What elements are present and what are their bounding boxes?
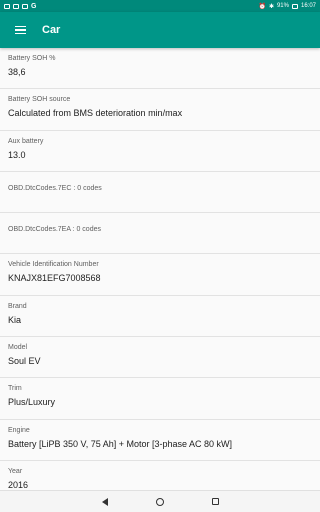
list-item-vin: Vehicle Identification Number KNAJX81EFG…	[0, 254, 320, 296]
hamburger-menu-icon	[14, 25, 26, 35]
item-value: 2016	[8, 479, 29, 490]
item-label: Battery SOH source	[8, 96, 71, 104]
alarm-icon: ⏰	[258, 3, 266, 10]
recent-apps-icon[interactable]	[211, 498, 219, 505]
list-item-model: Model Soul EV	[0, 337, 320, 379]
home-icon[interactable]	[155, 497, 164, 506]
item-label: Aux battery	[8, 137, 44, 145]
notification-icon	[4, 3, 10, 9]
clock: 16:07	[300, 3, 316, 9]
item-label: Vehicle Identification Number	[8, 261, 99, 269]
cast-icon	[22, 3, 28, 9]
vehicle-info-list[interactable]: Battery SOH % 38,6 Battery SOH source Ca…	[0, 48, 320, 490]
image-icon	[13, 3, 19, 9]
item-label: OBD.DtcCodes.7EC : 0 codes	[8, 184, 102, 192]
item-value: 38,6	[8, 67, 26, 77]
list-item-dtc-7ea: OBD.DtcCodes.7EA : 0 codes	[0, 213, 320, 255]
back-icon[interactable]	[101, 497, 108, 506]
system-nav-bar	[0, 490, 320, 512]
item-value: Soul EV	[8, 356, 41, 367]
item-label: OBD.DtcCodes.7EA : 0 codes	[8, 226, 101, 234]
list-item-aux-battery: Aux battery 13.0	[0, 130, 320, 172]
item-value: Kia	[8, 314, 22, 325]
item-value: Battery [LiPB 350 V, 75 Ah] + Motor [3-p…	[8, 438, 233, 449]
item-value: Plus/Luxury	[8, 397, 56, 408]
battery-icon	[291, 3, 298, 9]
list-item-brand: Brand Kia	[0, 295, 320, 338]
list-item-engine: Engine Battery [LiPB 350 V, 75 Ah] + Mot…	[0, 419, 320, 461]
item-value: KNAJX81EFG7008568	[8, 273, 101, 284]
list-item-dtc-7ec: OBD.DtcCodes.7EC : 0 codes	[0, 171, 320, 214]
list-item-battery-soh-source: Battery SOH source Calculated from BMS d…	[0, 89, 320, 131]
item-label: Engine	[8, 426, 30, 434]
item-label: Year	[8, 467, 23, 475]
battery-percent: 91%	[276, 3, 289, 9]
app-bar: Car	[0, 12, 320, 48]
bluetooth-icon: ✱	[268, 3, 274, 10]
google-icon: G	[31, 2, 37, 10]
item-label: Brand	[8, 302, 27, 310]
page-title: Car	[42, 24, 61, 36]
item-value: Calculated from BMS deterioration min/ma…	[8, 108, 183, 119]
list-item-battery-soh: Battery SOH % 38,6	[0, 48, 320, 90]
item-label: Battery SOH %	[8, 55, 56, 62]
item-value: 13.0	[8, 149, 26, 160]
list-item-trim: Trim Plus/Luxury	[0, 378, 320, 420]
menu-button[interactable]	[0, 12, 40, 48]
item-label: Trim	[8, 385, 22, 393]
status-bar: G ⏰ ✱ 91% 16:07	[0, 0, 320, 12]
list-item-year: Year 2016	[0, 460, 320, 490]
item-label: Model	[8, 344, 28, 352]
